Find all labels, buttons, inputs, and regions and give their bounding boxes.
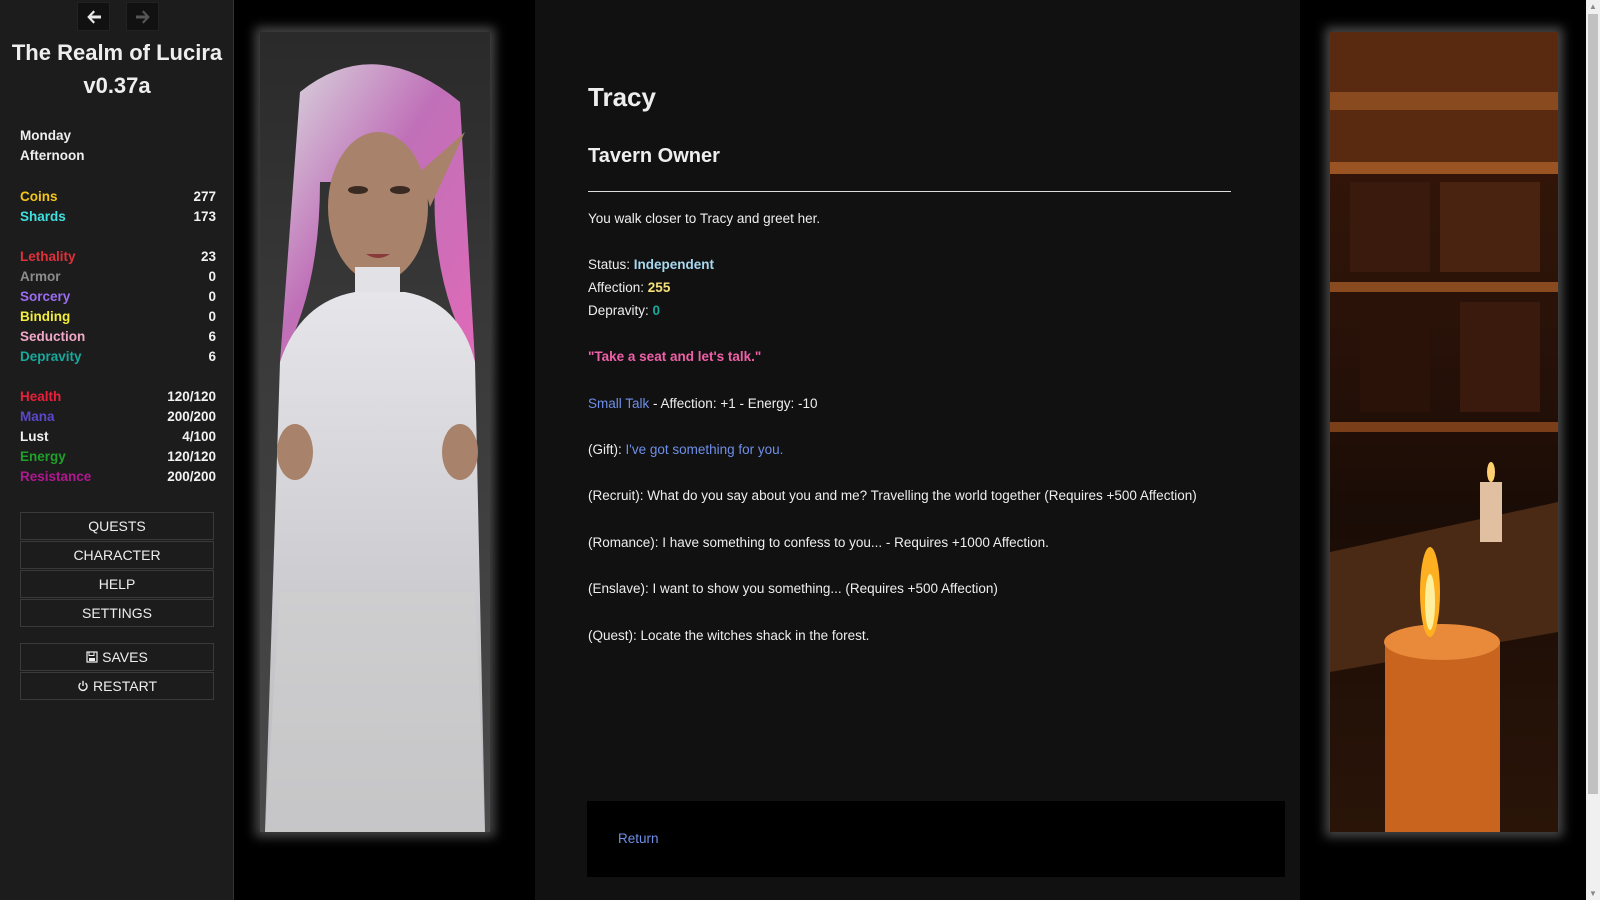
stat-value: 6 <box>208 328 216 344</box>
page-scrollbar[interactable]: ▲ ▼ <box>1586 0 1600 900</box>
character-quote: "Take a seat and let's talk." <box>588 349 762 364</box>
stat-sorcery: Sorcery 0 <box>20 286 216 306</box>
stat-value: 277 <box>193 188 216 204</box>
affection-value: 255 <box>647 280 671 295</box>
return-box: Return <box>587 801 1285 877</box>
character-name: Tracy <box>588 82 656 112</box>
stat-resistance: Resistance 200/200 <box>20 466 216 486</box>
character-button[interactable]: CHARACTER <box>20 541 214 569</box>
tavern-art <box>1330 32 1558 832</box>
tracy-portrait-art <box>265 64 485 832</box>
stat-depravity: Depravity 6 <box>20 346 216 366</box>
scroll-up-icon[interactable]: ▲ <box>1589 2 1597 11</box>
small-talk-option: Small Talk - Affection: +1 - Energy: -10 <box>588 396 818 411</box>
history-forward-button[interactable] <box>126 2 159 31</box>
stat-label: Depravity <box>20 348 82 364</box>
affection-line: Affection: 255 <box>588 280 670 295</box>
stat-binding: Binding 0 <box>20 306 216 326</box>
stat-label: Seduction <box>20 328 86 344</box>
romance-option: (Romance): I have something to confess t… <box>588 535 1049 550</box>
depravity-label: Depravity: <box>588 303 653 318</box>
stat-value: 200/200 <box>167 408 216 424</box>
status-line: Status: Independent <box>588 257 714 272</box>
return-link[interactable]: Return <box>618 831 659 846</box>
main-menu: QUESTS CHARACTER HELP SETTINGS <box>20 512 214 628</box>
stat-label: Health <box>20 388 62 404</box>
stat-value: 6 <box>208 348 216 364</box>
passage: Tracy Tavern Owner You walk closer to Tr… <box>535 0 1300 900</box>
arrow-right-icon <box>135 9 150 24</box>
day-label: Monday <box>20 128 72 143</box>
power-icon <box>78 680 88 692</box>
sidebar: The Realm of Lucira v0.37a Monday Aftern… <box>0 0 234 900</box>
status-label: Status: <box>588 257 634 272</box>
tracy-portrait <box>260 32 490 832</box>
stat-seduction: Seduction 6 <box>20 326 216 346</box>
status-value: Independent <box>633 257 715 272</box>
left-portrait-panel <box>234 0 535 900</box>
depravity-line: Depravity: 0 <box>588 303 660 318</box>
stat-value: 4/100 <box>182 428 216 444</box>
affection-label: Affection: <box>588 280 648 295</box>
stat-label: Sorcery <box>20 288 71 304</box>
stat-label: Energy <box>20 448 66 464</box>
stat-label: Resistance <box>20 468 92 484</box>
stat-value: 0 <box>208 268 216 284</box>
quests-button[interactable]: QUESTS <box>20 512 214 540</box>
stat-value: 120/120 <box>167 388 216 404</box>
restart-label: RESTART <box>92 678 158 694</box>
help-button[interactable]: HELP <box>20 570 214 598</box>
character-role: Tavern Owner <box>588 145 720 167</box>
settings-button[interactable]: SETTINGS <box>20 599 214 627</box>
stat-label: Coins <box>20 188 58 204</box>
stat-coins: Coins 277 <box>20 186 216 206</box>
saves-label: SAVES <box>102 649 148 665</box>
recruit-option: (Recruit): What do you say about you and… <box>588 488 1197 503</box>
gift-option: (Gift): I've got something for you. <box>588 442 783 457</box>
restart-button[interactable]: RESTART <box>20 672 214 700</box>
stat-value: 0 <box>208 288 216 304</box>
system-menu: SAVES RESTART <box>20 643 214 701</box>
stat-label: Armor <box>20 268 61 284</box>
stat-label: Mana <box>20 408 55 424</box>
time-label: Afternoon <box>20 148 85 163</box>
divider <box>588 191 1231 192</box>
stat-label: Shards <box>20 208 66 224</box>
stat-label: Lust <box>20 428 49 444</box>
stat-value: 173 <box>193 208 216 224</box>
stat-label: Lethality <box>20 248 76 264</box>
stat-shards: Shards 173 <box>20 206 216 226</box>
enslave-option: (Enslave): I want to show you something.… <box>588 581 998 596</box>
small-talk-desc: - Affection: +1 - Energy: -10 <box>649 396 818 411</box>
stat-health: Health 120/120 <box>20 386 216 406</box>
tavern-image <box>1330 32 1558 832</box>
stat-value: 200/200 <box>167 468 216 484</box>
gift-prefix: (Gift): <box>588 442 626 457</box>
stat-armor: Armor 0 <box>20 266 216 286</box>
arrow-left-icon <box>86 9 101 24</box>
gift-link[interactable]: I've got something for you. <box>626 442 784 457</box>
small-talk-link[interactable]: Small Talk <box>588 396 649 411</box>
story-title: The Realm of Lucira v0.37a <box>11 40 223 98</box>
stat-energy: Energy 120/120 <box>20 446 216 466</box>
scroll-thumb[interactable] <box>1588 14 1598 794</box>
stat-value: 0 <box>208 308 216 324</box>
stat-mana: Mana 200/200 <box>20 406 216 426</box>
stat-value: 120/120 <box>167 448 216 464</box>
stat-value: 23 <box>200 248 216 264</box>
right-image-panel <box>1300 0 1586 900</box>
intro-text: You walk closer to Tracy and greet her. <box>588 211 821 226</box>
scroll-down-icon[interactable]: ▼ <box>1589 889 1597 898</box>
saves-button[interactable]: SAVES <box>20 643 214 671</box>
quest-option: (Quest): Locate the witches shack in the… <box>588 628 870 643</box>
stat-lethality: Lethality 23 <box>20 246 216 266</box>
history-back-button[interactable] <box>77 2 110 31</box>
stat-lust: Lust 4/100 <box>20 426 216 446</box>
depravity-value: 0 <box>652 303 661 318</box>
stat-label: Binding <box>20 308 71 324</box>
floppy-disk-icon <box>86 651 98 663</box>
